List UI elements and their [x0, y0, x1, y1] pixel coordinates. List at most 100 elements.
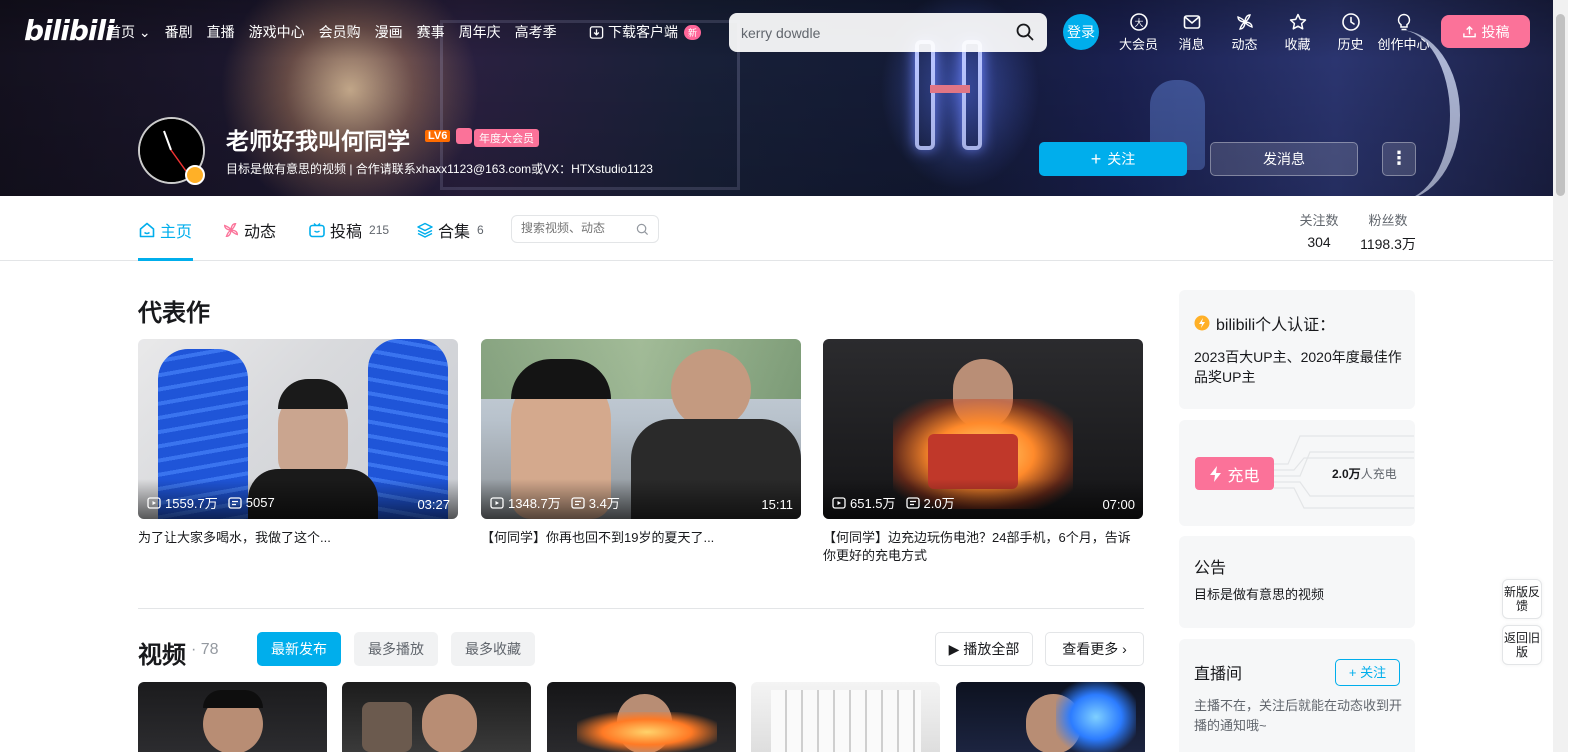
upload-button[interactable]: 投稿 [1441, 15, 1530, 48]
star-icon [1289, 13, 1306, 30]
send-message-button[interactable]: 发消息 [1210, 142, 1358, 176]
active-tab-indicator [138, 258, 193, 261]
lightning-badge-icon [1194, 315, 1210, 331]
fans-stat[interactable]: 粉丝数 1198.3万 [1358, 210, 1418, 254]
danmaku-icon [571, 496, 585, 509]
filter-most-favorited[interactable]: 最多收藏 [451, 632, 535, 666]
nav-link-gaokao[interactable]: 高考季 [515, 22, 557, 42]
home-icon [139, 222, 155, 238]
video-duration: 03:27 [417, 497, 450, 512]
pinwheel-icon [224, 223, 238, 237]
history-entry[interactable]: 历史 [1324, 12, 1377, 53]
space-tabs: 主页 动态 投稿 215 合集 6 关注数 304 粉丝数 1198.3万 [0, 196, 1553, 261]
tv-icon [309, 222, 325, 238]
message-icon [1183, 15, 1200, 29]
follow-button[interactable]: + 关注 [1039, 142, 1187, 176]
tab-home[interactable]: 主页 [138, 218, 192, 242]
nav-link-game[interactable]: 游戏中心 [249, 22, 305, 42]
nav-link-manga[interactable]: 漫画 [375, 22, 403, 42]
video-duration: 15:11 [761, 497, 793, 512]
live-follow-button[interactable]: + 关注 [1335, 659, 1400, 686]
username: 老师好我叫何同学 [226, 128, 410, 154]
message-entry[interactable]: 消息 [1165, 12, 1218, 53]
top-nav: bilibili 首页 ⌄ 番剧 直播 游戏中心 会员购 漫画 赛事 周年庆 高… [0, 0, 1553, 64]
certification-title: bilibili个人认证： [1216, 317, 1336, 334]
masterpiece-card[interactable]: 1559.7万 5057 03:27 为了让大家多喝水，我做了这个... [138, 339, 458, 547]
search-input[interactable] [741, 22, 1001, 44]
new-badge: 新 [684, 24, 702, 40]
space-search-input[interactable] [521, 221, 631, 235]
scrollbar-thumb[interactable] [1556, 14, 1565, 196]
vip-icon: 大 [1129, 13, 1148, 31]
search-icon[interactable] [636, 223, 649, 236]
live-room-title: 直播间 [1194, 666, 1243, 683]
video-thumbnail[interactable] [751, 682, 940, 752]
clock-icon [1341, 13, 1360, 31]
more-options-button[interactable]: ⋮ [1382, 142, 1416, 176]
level-badge[interactable]: LV6 [425, 130, 451, 142]
bilibili-logo[interactable]: bilibili [24, 14, 115, 47]
search-icon[interactable] [1015, 22, 1035, 42]
vip-tv-icon [456, 128, 472, 144]
video-title[interactable]: 【何同学】边充边玩伤电池？24部手机，6个月，告诉你更好的充电方式 [823, 529, 1139, 565]
new-version-feedback-button[interactable]: 新版反馈 [1502, 579, 1542, 619]
verified-badge-icon [185, 165, 205, 185]
play-count-icon [490, 496, 504, 509]
page-scrollbar[interactable] [1553, 0, 1568, 752]
space-search-box [511, 215, 659, 243]
upload-icon [1462, 25, 1476, 38]
notice-title: 公告 [1194, 560, 1227, 577]
danmaku-icon [228, 496, 242, 509]
video-thumbnail[interactable] [138, 682, 327, 752]
vip-entry[interactable]: 大 大会员 [1112, 12, 1165, 53]
vip-badge[interactable]: 年度大会员 [474, 129, 539, 147]
favorite-entry[interactable]: 收藏 [1271, 12, 1324, 53]
nav-link-mall[interactable]: 会员购 [319, 22, 361, 42]
tab-uploads[interactable]: 投稿 215 [308, 218, 389, 242]
nav-link-anime[interactable]: 番剧 [165, 22, 193, 42]
tab-dynamic[interactable]: 动态 [222, 218, 276, 242]
filter-most-played[interactable]: 最多播放 [354, 632, 438, 666]
video-stats: 1348.7万 3.4万 [490, 493, 620, 512]
following-stat[interactable]: 关注数 304 [1298, 210, 1340, 250]
login-button[interactable]: 登录 [1063, 14, 1099, 50]
charge-count: 2.0万人充电 [1332, 467, 1397, 481]
svg-text:大: 大 [1134, 17, 1143, 29]
video-thumbnail[interactable] [342, 682, 531, 752]
section-divider [138, 608, 1144, 609]
video-title[interactable]: 为了让大家多喝水，我做了这个... [138, 529, 454, 547]
videos-count: · 78 [191, 641, 219, 658]
creator-center-entry[interactable]: 创作中心 [1377, 12, 1430, 53]
charge-button[interactable]: 充电 [1195, 457, 1274, 490]
back-to-old-version-button[interactable]: 返回旧版 [1502, 625, 1542, 665]
masterpiece-card[interactable]: 1348.7万 3.4万 15:11 【何同学】你再也回不到19岁的夏天了... [481, 339, 801, 547]
video-title[interactable]: 【何同学】你再也回不到19岁的夏天了... [481, 529, 797, 547]
notice-card: 公告 目标是做有意思的视频 [1179, 536, 1415, 628]
tab-collections[interactable]: 合集 6 [416, 218, 484, 242]
video-thumbnail[interactable]: 1348.7万 3.4万 15:11 [481, 339, 801, 519]
video-thumbnail[interactable]: 1559.7万 5057 03:27 [138, 339, 458, 519]
filter-latest[interactable]: 最新发布 [257, 632, 341, 666]
chevron-right-icon: › [1122, 641, 1127, 657]
video-thumbnail[interactable]: 651.5万 2.0万 07:00 [823, 339, 1143, 519]
dynamic-entry[interactable]: 动态 [1218, 12, 1271, 53]
download-client-link[interactable]: 下载客户端 新 [589, 22, 702, 42]
plus-icon: + [1090, 149, 1102, 169]
see-more-button[interactable]: 查看更多 › [1045, 632, 1144, 666]
video-stats: 651.5万 2.0万 [832, 493, 955, 512]
nav-link-home[interactable]: 首页 ⌄ [107, 22, 151, 42]
play-all-button[interactable]: ▶ 播放全部 [935, 632, 1033, 666]
video-duration: 07:00 [1102, 497, 1135, 512]
video-thumbnail[interactable] [956, 682, 1145, 752]
nav-link-anniversary[interactable]: 周年庆 [459, 22, 501, 42]
masterpiece-title: 代表作 [138, 300, 210, 327]
lightbulb-icon [1397, 13, 1410, 31]
nav-link-live[interactable]: 直播 [207, 22, 235, 42]
layers-icon [417, 222, 433, 238]
nav-link-match[interactable]: 赛事 [417, 22, 445, 42]
play-count-icon [147, 496, 161, 509]
masterpiece-card[interactable]: 651.5万 2.0万 07:00 【何同学】边充边玩伤电池？24部手机，6个月… [823, 339, 1143, 565]
video-thumbnail[interactable] [547, 682, 736, 752]
search-box [729, 13, 1047, 52]
video-stats: 1559.7万 5057 [147, 493, 275, 512]
